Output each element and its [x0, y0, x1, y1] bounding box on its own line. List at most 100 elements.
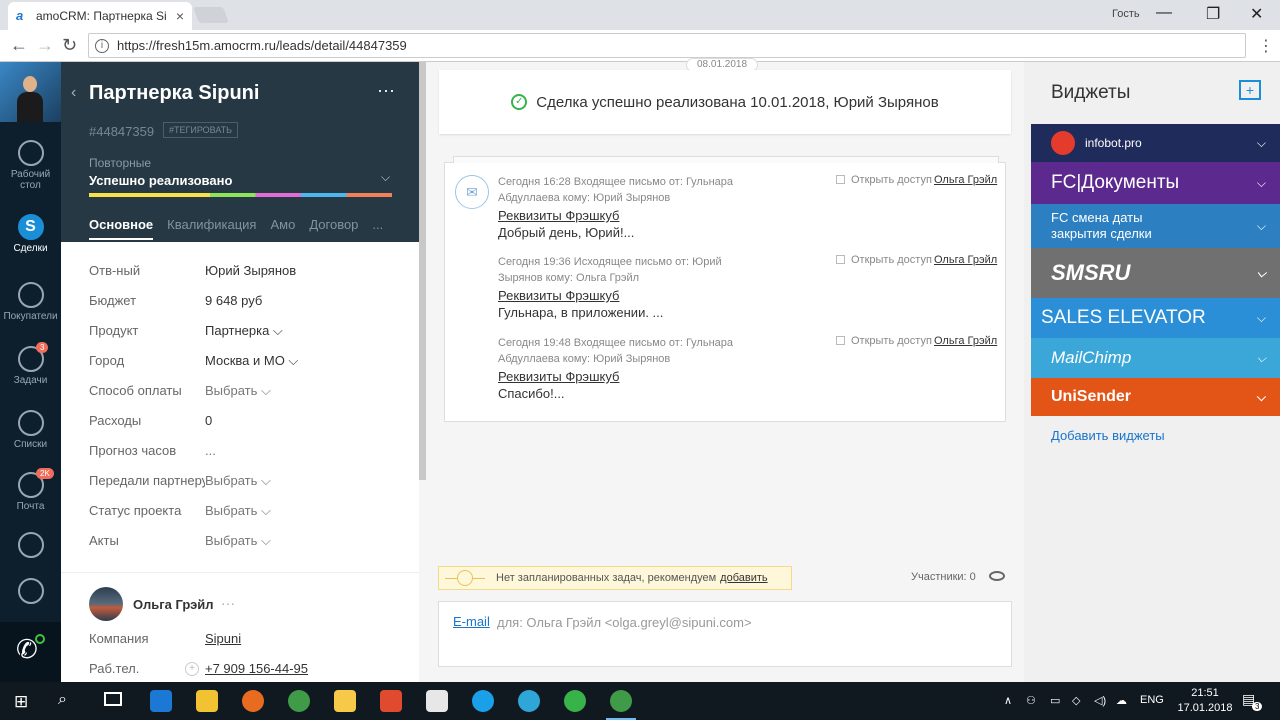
left-panel-scrollbar[interactable] [419, 62, 426, 480]
whatsapp-icon[interactable] [564, 690, 586, 712]
guest-profile[interactable]: Гость [1112, 8, 1140, 20]
telegram-icon[interactable] [518, 690, 540, 712]
contact-company-link[interactable]: Sipuni [205, 631, 241, 646]
app-x-icon[interactable] [380, 690, 402, 712]
compose-type-select[interactable]: E-mail [453, 614, 490, 629]
edge-icon[interactable] [150, 690, 172, 712]
site-info-icon[interactable]: i [95, 38, 109, 53]
field-value[interactable]: Юрий Зырянов [205, 263, 296, 278]
tab-close-icon[interactable]: × [176, 8, 184, 24]
tab-contract[interactable]: Договор [309, 217, 358, 240]
field-value[interactable]: Партнерка ⌵ [205, 323, 283, 339]
system-clock[interactable]: 21:51 17.01.2018 [1170, 686, 1240, 716]
sidebar-item-leads[interactable]: S Сделки [0, 214, 61, 254]
chevron-down-icon[interactable]: ⌵ [1257, 311, 1266, 326]
browser-menu-icon[interactable]: ⋮ [1258, 36, 1274, 56]
chevron-down-icon[interactable]: ⌵ [1257, 136, 1266, 151]
widget-smsru[interactable]: SMSRU ⌵ [1031, 248, 1280, 298]
sidebar-item-lists[interactable]: Списки [0, 410, 61, 450]
keep-icon[interactable] [334, 690, 356, 712]
tab-amo[interactable]: Амо [270, 217, 295, 240]
tray-cloud-icon[interactable]: ☁ [1116, 694, 1127, 707]
contact-avatar[interactable] [89, 587, 123, 621]
add-widget-icon[interactable]: + [1239, 80, 1261, 100]
compose-box[interactable]: E-mail для: Ольга Грэйл <olga.greyl@sipu… [438, 601, 1012, 667]
widget-fc-close-date[interactable]: FC смена даты закрытия сделки ⌵ [1031, 204, 1280, 248]
url-text[interactable]: https://fresh15m.amocrm.ru/leads/detail/… [117, 38, 407, 53]
omnibox[interactable]: i https://fresh15m.amocrm.ru/leads/detai… [88, 33, 1246, 58]
field-value[interactable]: Выбрать ⌵ [205, 383, 271, 399]
message-owner-link[interactable]: Ольга Грэйл [934, 174, 997, 186]
minimize-icon[interactable]: — [1156, 4, 1172, 22]
open-access-button[interactable]: Открыть доступ [836, 174, 932, 186]
add-widgets-link[interactable]: Добавить виджеты [1051, 428, 1165, 443]
tray-network-icon[interactable]: ◇ [1072, 694, 1080, 707]
chevron-down-icon[interactable]: ⌵ [1257, 390, 1266, 405]
language-indicator[interactable]: ENG [1140, 694, 1164, 706]
chevron-down-icon[interactable]: ⌵ [1257, 351, 1266, 366]
message-subject-link[interactable]: Реквизиты Фрэшкуб [498, 369, 998, 384]
chevron-down-icon[interactable]: ⌵ [1257, 266, 1266, 281]
add-phone-icon[interactable]: + [185, 662, 199, 676]
contact-phone-link[interactable]: +7 909 156-44-95 [205, 661, 308, 676]
browser-tab[interactable]: a amoCRM: Партнерка Sip × [8, 2, 192, 30]
field-value[interactable]: 9 648 руб [205, 293, 262, 308]
message-owner-link[interactable]: Ольга Грэйл [934, 254, 997, 266]
eye-icon[interactable] [989, 571, 1005, 581]
back-icon[interactable]: ← [10, 35, 28, 56]
contact-menu-icon[interactable]: ··· [221, 595, 235, 611]
tray-volume-icon[interactable]: ◁) [1094, 694, 1106, 707]
explorer-icon[interactable] [196, 690, 218, 712]
forward-icon[interactable]: → [36, 35, 54, 56]
reload-icon[interactable]: ↻ [62, 35, 77, 56]
chevron-down-icon[interactable]: ⌵ [1257, 176, 1266, 191]
chevron-down-icon[interactable]: ⌵ [381, 170, 390, 185]
field-value[interactable]: Выбрать ⌵ [205, 473, 271, 489]
sidebar-item-analytics[interactable] [0, 532, 61, 561]
stage-select[interactable]: Успешно реализовано [89, 173, 232, 188]
field-value[interactable]: ... [205, 443, 216, 458]
sidebar-item-dashboard[interactable]: Рабочий стол [0, 140, 61, 191]
open-access-button[interactable]: Открыть доступ [836, 254, 932, 266]
sidebar-item-chats[interactable] [0, 578, 61, 607]
add-task-link[interactable]: добавить [720, 572, 767, 584]
tag-button[interactable]: #ТЕГИРОВАТЬ [163, 122, 239, 138]
user-avatar[interactable] [0, 62, 61, 122]
message-subject-link[interactable]: Реквизиты Фрэшкуб [498, 208, 998, 223]
field-value[interactable]: Москва и МО ⌵ [205, 353, 298, 369]
field-value[interactable]: Выбрать ⌵ [205, 533, 271, 549]
field-value[interactable]: Выбрать ⌵ [205, 503, 271, 519]
telephony-button[interactable]: ✆ [0, 622, 61, 682]
task-view-icon[interactable] [104, 692, 122, 706]
widget-infobot[interactable]: infobot.pro ⌵ [1031, 124, 1280, 162]
widget-unisender[interactable]: UniSender ⌵ [1031, 378, 1280, 416]
tab-main[interactable]: Основное [89, 217, 154, 240]
new-tab-button[interactable] [193, 7, 229, 23]
windows-start-icon[interactable]: ⊞ [14, 692, 28, 712]
sidebar-item-tasks[interactable]: 3 Задачи [0, 342, 61, 386]
widget-mailchimp[interactable]: MailChimp ⌵ [1031, 338, 1280, 378]
message-subject-link[interactable]: Реквизиты Фрэшкуб [498, 288, 998, 303]
widget-fc-documents[interactable]: FC|Документы ⌵ [1031, 162, 1280, 204]
widget-sales-elevator[interactable]: SALES ELEVATOR ⌵ [1031, 298, 1280, 338]
deal-title[interactable]: Партнерка Sipuni [89, 82, 259, 105]
sidebar-item-mail[interactable]: 2K Почта [0, 468, 61, 512]
chevron-down-icon[interactable]: ⌵ [1257, 218, 1266, 234]
chrome-icon[interactable] [288, 690, 310, 712]
message-owner-link[interactable]: Ольга Грэйл [934, 335, 997, 347]
contact-name[interactable]: Ольга Грэйл [133, 597, 214, 612]
tray-battery-icon[interactable]: ▭ [1050, 694, 1060, 707]
tab-more[interactable]: ... [372, 217, 383, 240]
app-s-icon[interactable] [426, 690, 448, 712]
tab-qualification[interactable]: Квалификация [167, 217, 256, 240]
deal-menu-icon[interactable]: ··· [377, 80, 395, 101]
sidebar-item-customers[interactable]: Покупатели [0, 282, 61, 322]
firefox-icon[interactable] [242, 690, 264, 712]
back-chevron-icon[interactable]: ‹ [71, 84, 76, 102]
search-icon[interactable]: ⌕ [58, 691, 67, 709]
feed-scrollbar[interactable] [1024, 62, 1031, 682]
tray-person-icon[interactable]: ⚇ [1026, 694, 1036, 707]
skype-icon[interactable] [472, 690, 494, 712]
close-window-icon[interactable]: ✕ [1250, 4, 1263, 24]
chrome-active-icon[interactable] [610, 690, 632, 712]
